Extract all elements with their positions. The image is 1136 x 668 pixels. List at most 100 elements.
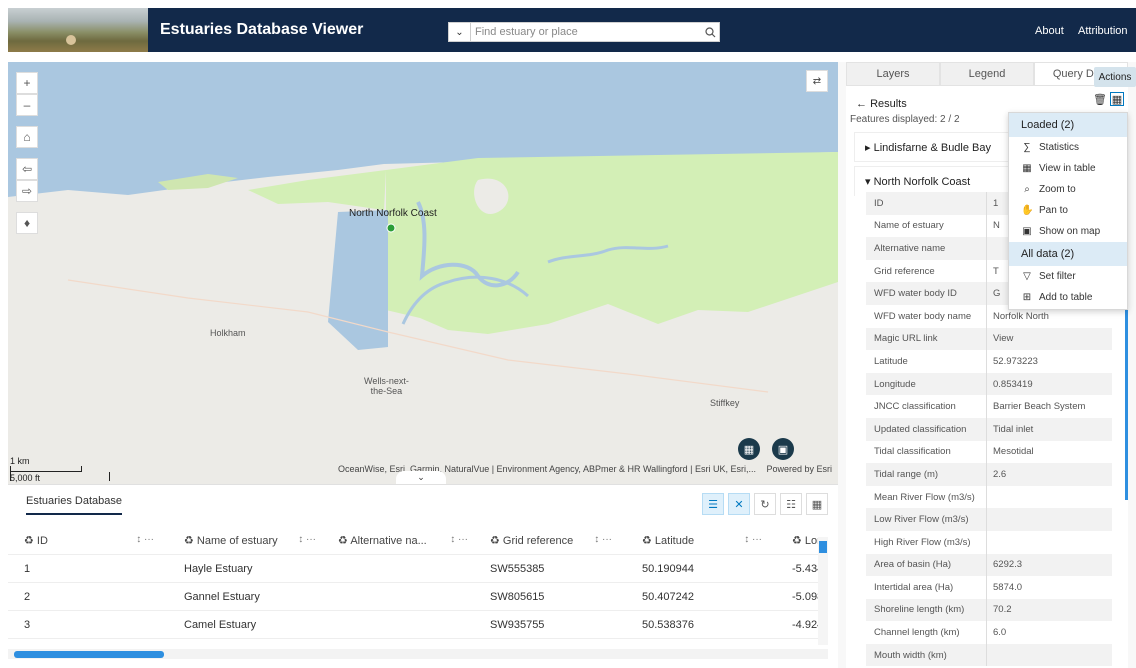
list-item: Channel length (km) 6.0 — [866, 621, 1112, 644]
list-item: Tidal range (m) 2.6 — [866, 463, 1112, 486]
list-item: JNCC classification Barrier Beach System — [866, 395, 1112, 418]
collapse-table-toggle[interactable]: ⌄ — [396, 471, 446, 484]
list-item: Latitude 52.973223 — [866, 350, 1112, 373]
scale-km-label: 1 km — [10, 456, 30, 466]
menu-item-add-to-table[interactable]: ⊞ Add to table — [1009, 287, 1127, 308]
column-header-name[interactable]: ♻ Name of estuary ↕ ··· — [168, 534, 322, 547]
search-box[interactable]: ⌄ — [448, 22, 720, 42]
table-horizontal-scrollbar[interactable] — [8, 649, 828, 659]
menu-item-view-in-table[interactable]: ▦ View in table — [1009, 158, 1127, 179]
list-item: Shoreline length (km) 70.2 — [866, 598, 1112, 622]
actions-button[interactable]: ▦ — [1110, 92, 1124, 106]
add-table-icon: ⊞ — [1022, 292, 1032, 303]
menu-item-pan-to[interactable]: ✋ Pan to — [1009, 200, 1127, 221]
toggle-columns-button[interactable]: ☷ — [780, 493, 802, 515]
table-actions-button[interactable]: ▦ — [806, 493, 828, 515]
clear-selection-icon: ✕ — [734, 498, 744, 511]
show-map-icon: ▣ — [1022, 226, 1032, 237]
list-item: Updated classification Tidal inlet — [866, 417, 1112, 441]
menu-item-set-filter[interactable]: ▽ Set filter — [1009, 266, 1127, 287]
map-view[interactable]: + – ⌂ ⇦ ⇨ ♦ ⇄ North Norfolk Coast Holkha… — [8, 62, 838, 484]
tab-estuaries-database[interactable]: Estuaries Database — [26, 495, 122, 515]
map-label-north-norfolk: North Norfolk Coast — [349, 208, 437, 219]
refresh-button[interactable]: ↻ — [754, 493, 776, 515]
scale-ft-label: 5,000 ft — [10, 473, 41, 483]
header-bar: Estuaries Database Viewer ⌄ About Attrib… — [8, 8, 1136, 52]
columns-icon: ☷ — [786, 498, 796, 511]
clear-selection-button[interactable]: ✕ — [728, 493, 750, 515]
column-header-id[interactable]: ♻ ID ↕ ··· — [8, 534, 168, 547]
compass-icon: ♦ — [23, 216, 31, 230]
list-item: High River Flow (m3/s) — [866, 530, 1112, 554]
list-item: Mouth width (km) — [866, 643, 1112, 667]
attribute-table-panel: Estuaries Database ☰ ✕ ↻ ☷ ▦ ♻ ID ↕ ··· ♻… — [8, 484, 838, 668]
previous-extent-button[interactable]: ⇦ — [16, 158, 38, 180]
arrow-left-icon: ← — [856, 98, 867, 110]
list-item: Intertidal area (Ha) 5874.0 — [866, 576, 1112, 599]
table-row[interactable]: 3 Camel Estuary SW935755 50.538376 -4.92… — [8, 611, 828, 639]
column-header-grid-ref[interactable]: ♻ Grid reference ↕ ··· — [474, 534, 626, 547]
data-grid: ♻ ID ↕ ··· ♻ Name of estuary ↕ ··· ♻ Alter… — [8, 527, 828, 639]
list-check-icon: ☰ — [708, 498, 718, 511]
zoom-in-button[interactable]: + — [16, 72, 38, 94]
expand-map-button[interactable]: ⇄ — [806, 70, 828, 92]
trash-icon: 🗑 — [1093, 93, 1107, 106]
grid-icon: ▦ — [743, 443, 755, 456]
actions-tooltip: Actions — [1094, 67, 1136, 87]
nav-about-link[interactable]: About — [1035, 25, 1064, 37]
list-item: Tidal classification Mesotidal — [866, 440, 1112, 464]
column-header-alt-name[interactable]: ♻ Alternative na... ↕ ··· — [322, 534, 474, 547]
next-extent-button[interactable]: ⇨ — [16, 180, 38, 202]
map-label-stiffkey: Stiffkey — [710, 398, 740, 408]
results-header-icons: 🗑 ▦ — [1093, 92, 1124, 106]
search-icon — [704, 26, 715, 37]
powered-by-esri[interactable]: Powered by Esri — [766, 464, 832, 474]
list-item: Area of basin (Ha) 6292.3 — [866, 553, 1112, 577]
menu-header-all-data: All data (2) — [1009, 242, 1127, 266]
map-label-holkham: Holkham — [210, 328, 246, 338]
filter-icon: ▽ — [1023, 271, 1031, 282]
scroll-thumb[interactable] — [14, 651, 164, 658]
expand-icon: ⇄ — [812, 75, 822, 87]
minus-icon: – — [23, 98, 31, 112]
panel-tabs: Layers Legend Query Data — [846, 62, 1128, 86]
list-item: Low River Flow (m3/s) — [866, 508, 1112, 531]
actions-menu: Loaded (2) ∑ Statistics ▦ View in table ⌕ Z… — [1008, 112, 1128, 310]
search-source-dropdown[interactable]: ⌄ — [449, 23, 471, 41]
pan-hand-icon: ✋ — [1021, 205, 1034, 216]
list-item: Longitude 0.853419 — [866, 372, 1112, 396]
table-vertical-scrollbar[interactable] — [818, 537, 828, 645]
chevron-down-icon: ⌄ — [417, 472, 425, 482]
search-button[interactable] — [701, 24, 719, 40]
basemap-gallery-button[interactable]: ▦ — [738, 438, 760, 460]
save-icon: ▣ — [777, 443, 789, 456]
chevron-down-icon: ⌄ — [455, 26, 464, 38]
menu-header-loaded: Loaded (2) — [1009, 113, 1127, 137]
tab-layers[interactable]: Layers — [846, 62, 940, 86]
search-input[interactable] — [475, 23, 695, 41]
delete-button[interactable]: 🗑 — [1093, 92, 1107, 106]
table-row[interactable]: 2 Gannel Estuary SW805615 50.407242 -5.0… — [8, 583, 828, 611]
map-label-wells: Wells-next- the-Sea — [364, 376, 409, 396]
zoom-to-icon: ⌕ — [1024, 184, 1030, 195]
grid-icon: ▦ — [811, 498, 823, 511]
menu-item-statistics[interactable]: ∑ Statistics — [1009, 137, 1127, 158]
header-logo-photo — [8, 8, 148, 52]
menu-item-zoom-to[interactable]: ⌕ Zoom to — [1009, 179, 1127, 200]
magic-url-link[interactable]: View — [986, 327, 1112, 351]
save-map-button[interactable]: ▣ — [772, 438, 794, 460]
menu-item-show-on-map[interactable]: ▣ Show on map — [1009, 221, 1127, 242]
caret-right-icon: ▸ — [865, 142, 871, 154]
compass-button[interactable]: ♦ — [16, 212, 38, 234]
map-tools: + – ⌂ ⇦ ⇨ ♦ — [16, 72, 38, 234]
arrow-left-icon: ⇦ — [21, 162, 33, 176]
home-button[interactable]: ⌂ — [16, 126, 38, 148]
show-selected-button[interactable]: ☰ — [702, 493, 724, 515]
column-header-latitude[interactable]: ♻ Latitude ↕ ··· — [626, 534, 776, 547]
nav-attribution-link[interactable]: Attribution — [1078, 25, 1128, 37]
tab-legend[interactable]: Legend — [940, 62, 1034, 86]
zoom-out-button[interactable]: – — [16, 94, 38, 116]
scroll-thumb[interactable] — [819, 541, 827, 553]
back-to-results-button[interactable]: ← Results — [856, 98, 907, 110]
table-row[interactable]: 1 Hayle Estuary SW555385 50.190944 -5.43… — [8, 555, 828, 583]
